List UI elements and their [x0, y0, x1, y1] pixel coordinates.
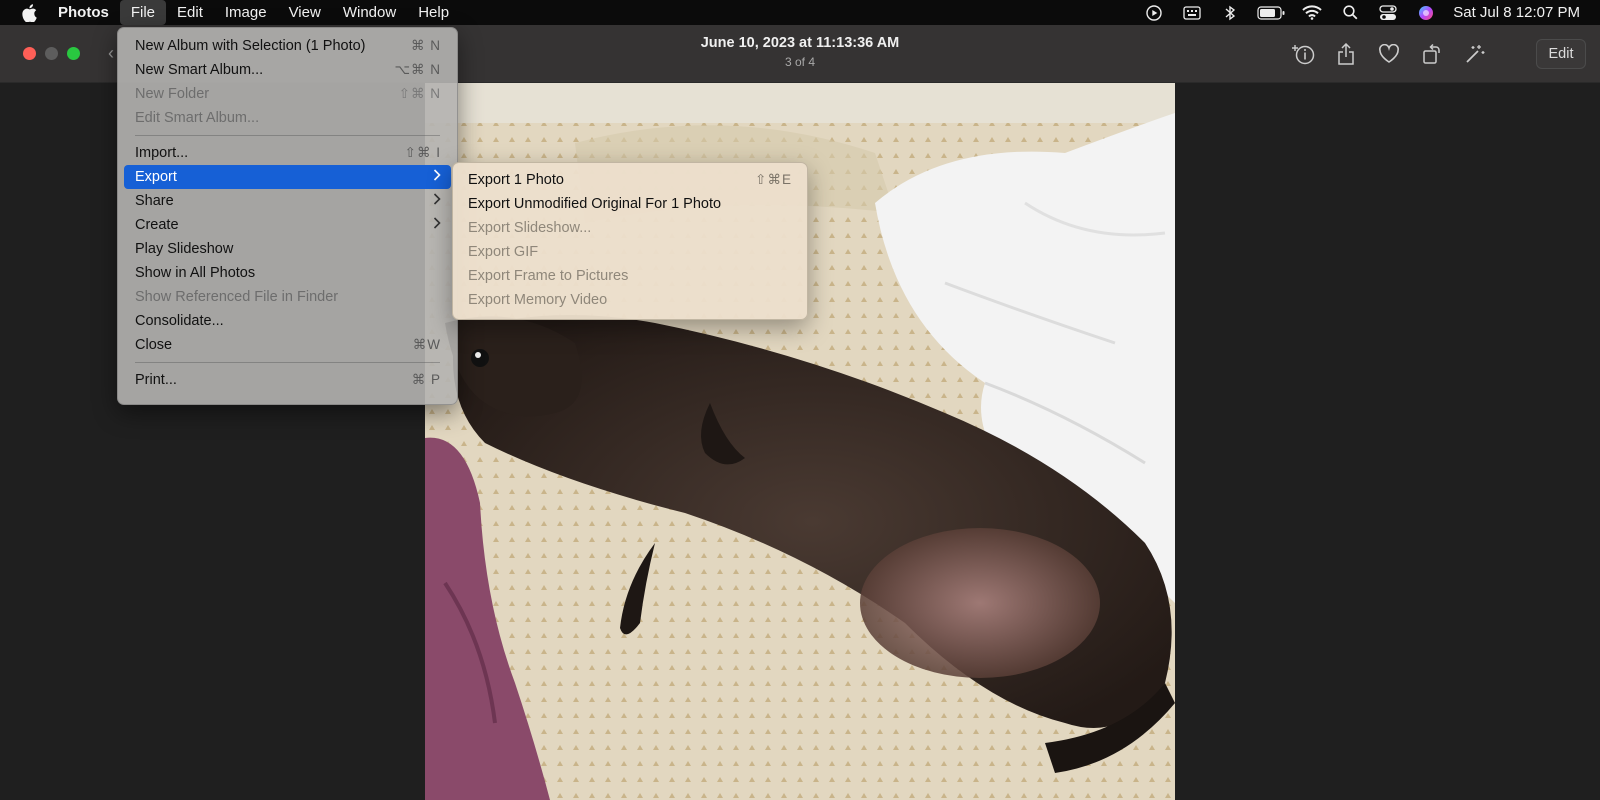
menu-item-new-folder: New Folder ⇧⌘ N [124, 82, 451, 106]
menu-item-label: Export Memory Video [468, 292, 608, 308]
app-menu-photos[interactable]: Photos [58, 0, 120, 25]
menu-item-label: Create [135, 217, 179, 233]
toolbar-actions [1281, 39, 1496, 69]
file-menu-dropdown: New Album with Selection (1 Photo) ⌘ N N… [117, 27, 458, 405]
menu-item-label: Play Slideshow [135, 241, 234, 257]
menu-item-label: Print... [135, 372, 177, 388]
menu-item-shortcut: ⌘ P [411, 372, 441, 387]
menu-item-show-referenced-file: Show Referenced File in Finder [124, 285, 451, 309]
menu-item-print[interactable]: Print... ⌘ P [124, 368, 451, 392]
menu-bar: Photos File Edit Image View Window Help … [0, 0, 1600, 25]
submenu-item-export-slideshow: Export Slideshow... [458, 216, 802, 240]
menu-item-new-smart-album[interactable]: New Smart Album... ⌥⌘ N [124, 58, 451, 82]
menu-item-label: Show Referenced File in Finder [135, 289, 339, 305]
close-window-button[interactable] [23, 47, 36, 60]
traffic-lights [23, 47, 80, 60]
menu-view[interactable]: View [278, 0, 332, 25]
menu-edit[interactable]: Edit [166, 0, 214, 25]
menu-item-export[interactable]: Export [124, 165, 451, 189]
play-icon[interactable] [1135, 0, 1173, 25]
submenu-item-export-frame-to-pictures: Export Frame to Pictures [458, 264, 802, 288]
menu-item-import[interactable]: Import... ⇧⌘ I [124, 141, 451, 165]
menu-item-shortcut: ⌘ N [411, 38, 441, 53]
chevron-right-icon [433, 168, 441, 186]
share-icon[interactable] [1324, 39, 1367, 69]
menu-item-label: Export GIF [468, 244, 539, 260]
submenu-item-export-unmodified-original[interactable]: Export Unmodified Original For 1 Photo [458, 192, 802, 216]
menu-item-label: Edit Smart Album... [135, 110, 260, 126]
menu-item-label: New Album with Selection (1 Photo) [135, 38, 366, 54]
menu-item-share[interactable]: Share [124, 189, 451, 213]
menu-item-show-in-all-photos[interactable]: Show in All Photos [124, 261, 451, 285]
apple-icon[interactable] [0, 3, 58, 22]
menu-item-label: New Folder [135, 86, 210, 102]
menu-window[interactable]: Window [332, 0, 407, 25]
photo-position-counter: 3 of 4 [784, 55, 816, 69]
menu-item-label: Export 1 Photo [468, 172, 564, 188]
menu-item-label: Import... [135, 145, 189, 161]
wifi-icon[interactable] [1293, 0, 1331, 25]
zoom-window-button[interactable] [67, 47, 80, 60]
info-icon[interactable] [1281, 39, 1324, 69]
menu-item-create[interactable]: Create [124, 213, 451, 237]
photo-date-title: June 10, 2023 at 11:13:36 AM [700, 35, 900, 51]
menu-item-label: New Smart Album... [135, 62, 264, 78]
menu-item-consolidate[interactable]: Consolidate... [124, 309, 451, 333]
battery-icon[interactable] [1249, 0, 1293, 25]
menu-item-shortcut: ⇧⌘ N [398, 86, 441, 101]
menu-item-label: Export Frame to Pictures [468, 268, 629, 284]
menu-image[interactable]: Image [214, 0, 278, 25]
photo-title-block: June 10, 2023 at 11:13:36 AM 3 of 4 [600, 35, 1000, 69]
chevron-right-icon [433, 192, 441, 210]
search-icon[interactable] [1331, 0, 1369, 25]
menu-bar-clock[interactable]: Sat Jul 8 12:07 PM [1445, 4, 1600, 21]
back-chevron-icon[interactable]: ‹ [108, 43, 114, 64]
heart-icon[interactable] [1367, 39, 1410, 69]
minimize-window-button[interactable] [45, 47, 58, 60]
menu-item-label: Export [135, 169, 177, 185]
menu-item-shortcut: ⌘W [412, 337, 441, 352]
submenu-item-export-memory-video: Export Memory Video [458, 288, 802, 312]
bluetooth-icon[interactable] [1211, 0, 1249, 25]
menu-file[interactable]: File [119, 0, 167, 25]
menu-item-label: Export Slideshow... [468, 220, 592, 236]
menu-item-label: Export Unmodified Original For 1 Photo [468, 196, 722, 212]
menu-separator [135, 362, 440, 363]
submenu-item-export-1-photo[interactable]: Export 1 Photo ⇧⌘E [458, 168, 802, 192]
menu-separator [135, 135, 440, 136]
keyboard-icon[interactable] [1173, 0, 1211, 25]
menu-help[interactable]: Help [407, 0, 460, 25]
submenu-item-export-gif: Export GIF [458, 240, 802, 264]
menu-item-label: Show in All Photos [135, 265, 256, 281]
rotate-icon[interactable] [1410, 39, 1453, 69]
magic-wand-icon[interactable] [1453, 39, 1496, 69]
status-area: Sat Jul 8 12:07 PM [1135, 0, 1600, 25]
chevron-right-icon [433, 216, 441, 234]
control-center-icon[interactable] [1369, 0, 1407, 25]
menu-item-play-slideshow[interactable]: Play Slideshow [124, 237, 451, 261]
edit-button[interactable]: Edit [1536, 39, 1586, 69]
menu-item-edit-smart-album: Edit Smart Album... [124, 106, 451, 130]
menu-item-close[interactable]: Close ⌘W [124, 333, 451, 357]
menu-item-label: Consolidate... [135, 313, 224, 329]
menu-item-label: Close [135, 337, 173, 353]
menu-item-shortcut: ⇧⌘ I [404, 145, 441, 160]
menu-item-new-album-with-selection[interactable]: New Album with Selection (1 Photo) ⌘ N [124, 34, 451, 58]
export-submenu: Export 1 Photo ⇧⌘E Export Unmodified Ori… [452, 162, 808, 320]
menu-item-label: Share [135, 193, 174, 209]
siri-icon[interactable] [1407, 0, 1445, 25]
menu-item-shortcut: ⇧⌘E [755, 172, 792, 187]
menu-item-shortcut: ⌥⌘ N [394, 62, 441, 77]
